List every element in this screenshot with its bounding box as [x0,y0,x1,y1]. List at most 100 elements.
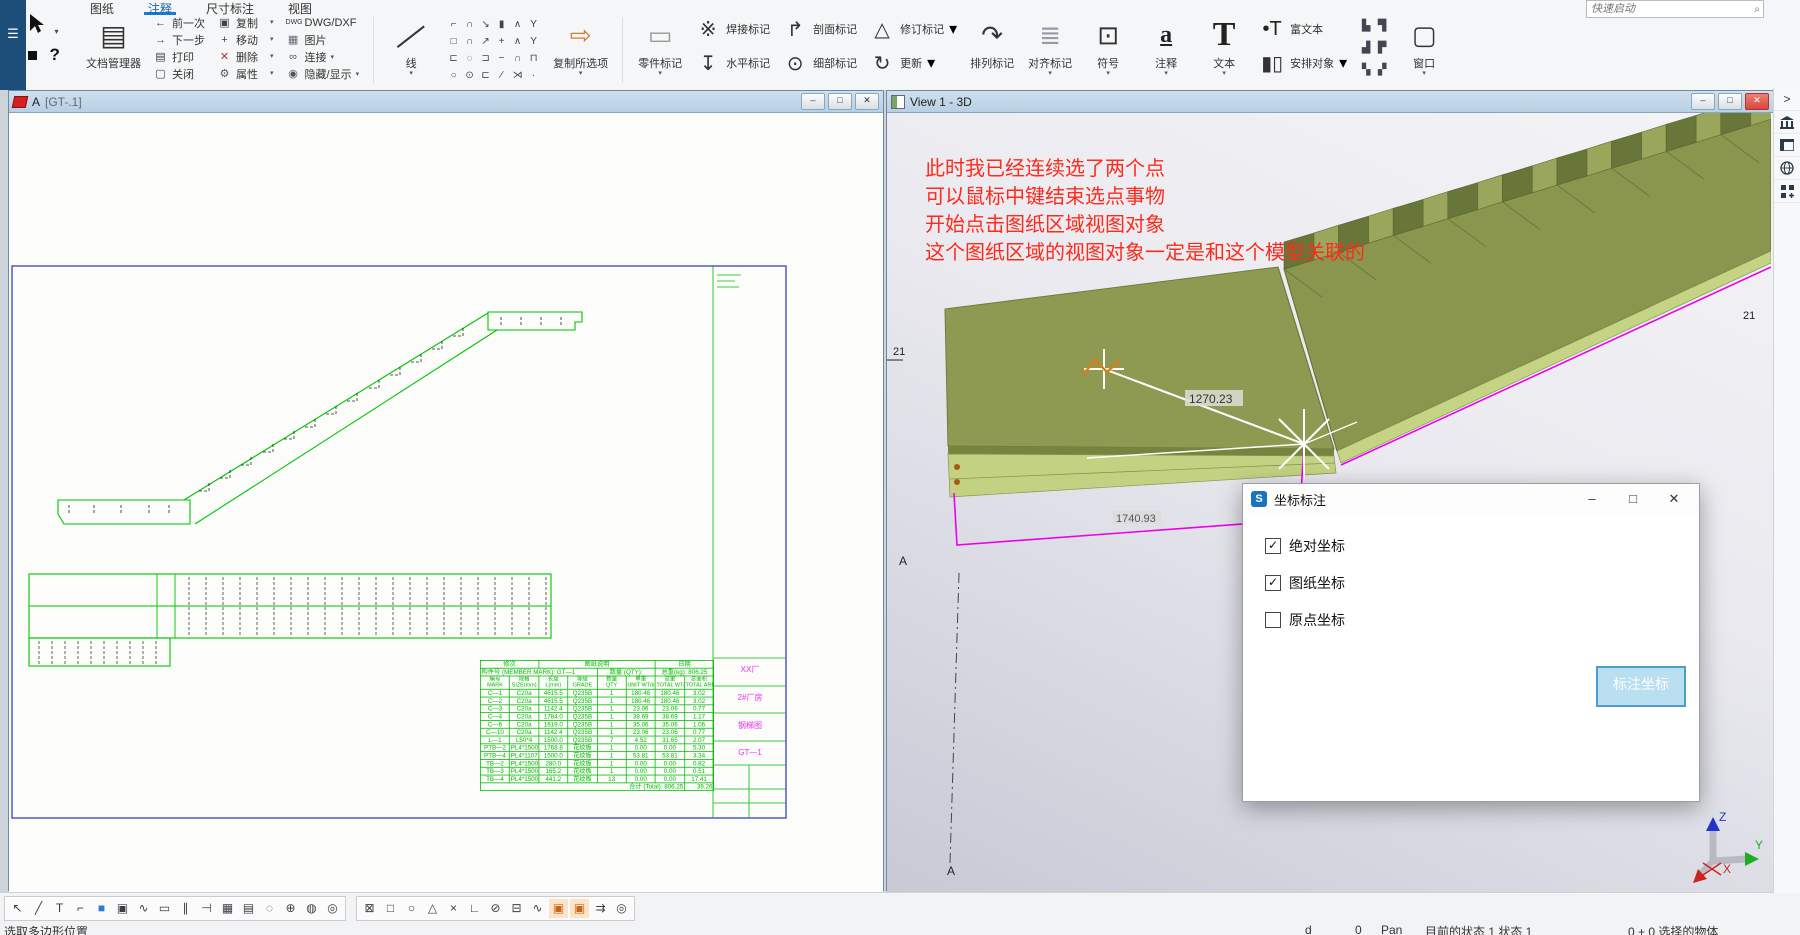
dialog-close-button[interactable]: ✕ [1657,487,1691,511]
toolbar-icon-group1-15[interactable]: ◎ [323,899,342,918]
ribbon-item-DWG/DXF[interactable]: DWGDWG/DXF [286,15,360,30]
quick-launch-box[interactable]: ⌕ [1586,0,1764,18]
ribbon-tab-2[interactable]: 尺寸标注 [202,0,258,15]
toolbar-icon-group1-11[interactable]: ▤ [239,899,258,918]
sketch-tool-icon[interactable]: ▚ [1359,63,1373,83]
dropdown-caret-icon[interactable]: ▾ [579,71,583,77]
toolbar-icon-group2-4[interactable]: × [444,899,463,918]
toolbar-icon-group2-11[interactable]: ⇉ [591,899,610,918]
dropdown-caret-icon[interactable]: ▾ [1106,71,1110,77]
ribbon-item-隐藏/显示[interactable]: ◉隐藏/显示▾ [286,66,360,81]
toolbar-icon-group2-1[interactable]: □ [381,899,400,918]
toolbar-icon-group1-6[interactable]: ∿ [134,899,153,918]
ribbon-button-document-manager[interactable]: ▤文档管理器 [86,15,141,71]
maximize-button[interactable]: □ [1718,93,1742,110]
drawing-window-titlebar[interactable]: A [GT-.1] – □ ✕ [9,91,883,113]
sketch-tool-icon[interactable]: ∩ [510,51,525,67]
panel-icon[interactable] [1774,134,1800,157]
checkbox-box-icon[interactable]: ✓ [1265,575,1281,591]
dropdown-caret-icon[interactable]: ▾ [331,53,335,61]
dialog-maximize-button[interactable]: □ [1616,487,1650,511]
dropdown-caret-icon[interactable]: ▾ [1048,71,1052,77]
toolbar-icon-group1-9[interactable]: ⊣ [197,899,216,918]
close-button[interactable]: ✕ [855,93,879,110]
quick-launch-input[interactable] [1587,3,1754,15]
sketch-tool-icon[interactable]: ∕ [494,68,509,84]
dropdown-caret-icon[interactable]: ▾ [658,71,662,77]
dropdown-caret-icon[interactable]: ▾ [270,52,274,60]
drawing-canvas[interactable]: 修次图纸说明日期构件号 (MEMBER MARK): GT—1数量 (QTY):… [9,113,883,892]
maximize-button[interactable]: □ [828,93,852,110]
expand-pane-icon[interactable]: > [1774,88,1800,111]
checkbox-原点坐标[interactable]: 原点坐标 [1265,612,1345,628]
toolbar-icon-group2-2[interactable]: ○ [402,899,421,918]
toolbar-icon-group2-10[interactable]: ▣ [570,899,589,918]
toolbar-icon-group1-12[interactable]: ◌ [260,899,279,918]
ribbon-button-part-mark[interactable]: ▭零件标记▾ [637,15,683,77]
sketch-tool-icon[interactable]: ○ [446,68,461,84]
toolbar-icon-group1-0[interactable]: ↖ [8,899,27,918]
sketch-tool-icon[interactable]: ⌐ [446,17,461,33]
sketch-tool-icon[interactable]: ∧ [510,17,525,33]
dialog-titlebar[interactable]: S 坐标标注 – □ ✕ [1243,484,1699,514]
toolbar-icon-group1-14[interactable]: ◍ [302,899,321,918]
sketch-tool-icon[interactable]: ∩ [462,17,477,33]
sketch-tool-icon[interactable]: ◌ [462,51,477,67]
sketch-tool-icon[interactable]: ▙ [1359,19,1373,39]
sketch-tool-icon[interactable]: ▞ [1375,63,1389,83]
ribbon-button-window[interactable]: ▢窗口▾ [1401,15,1447,77]
ribbon-button-copy-selected[interactable]: ⇨复制所选项▾ [553,15,608,77]
ribbon-item-图片[interactable]: ▦图片 [286,32,360,47]
sketch-tool-icon[interactable]: ⊐ [478,51,493,67]
landing-top-face[interactable] [945,267,1334,449]
toolbar-icon-group1-10[interactable]: ▦ [218,899,237,918]
toolbar-icon-group1-13[interactable]: ⊕ [281,899,300,918]
components-icon[interactable] [1774,180,1800,203]
ribbon-item-关闭[interactable]: ▢关闭 [153,66,205,81]
sketch-tool-icon[interactable]: + [494,34,509,50]
sketch-tool-icon[interactable]: Υ [526,34,541,50]
sketch-tool-icon[interactable]: □ [446,34,461,50]
ribbon-item-复制[interactable]: ▣复制 [217,15,258,30]
dialog-minimize-button[interactable]: – [1575,487,1609,511]
ribbon-item-焊接标记[interactable]: ※焊接标记 [695,15,770,43]
ribbon-item-属性[interactable]: ⚙属性 [217,66,258,81]
view3d-titlebar[interactable]: View 1 - 3D – □ ✕ [887,91,1773,113]
ribbon-item-移动[interactable]: +移动 [217,32,258,47]
sketch-tool-icon[interactable]: ↗ [478,34,493,50]
toolbar-icon-group2-12[interactable]: ◎ [612,899,631,918]
dropdown-caret-icon[interactable]: ▾ [927,53,935,73]
sketch-tool-icon[interactable]: − [494,51,509,67]
cursor-arrow-icon[interactable] [28,14,50,34]
dropdown-caret-icon[interactable]: ▾ [409,71,413,77]
toolbar-icon-group2-3[interactable]: △ [423,899,442,918]
toolbar-icon-group2-6[interactable]: ⊘ [486,899,505,918]
minimize-button[interactable]: – [801,93,825,110]
ribbon-item-前一次[interactable]: ←前一次 [153,15,205,30]
dropdown-caret-icon[interactable]: ▾ [270,35,274,43]
sketch-tool-icon[interactable]: ↘ [478,17,493,33]
sketch-tool-icon[interactable]: ▜ [1375,19,1389,39]
ribbon-tab-1[interactable]: 注释 [144,0,176,15]
ribbon-item-打印[interactable]: ▤打印 [153,49,205,64]
ribbon-button-annotation[interactable]: a注释▾ [1143,15,1189,77]
toolbar-icon-group1-3[interactable]: ⌐ [71,899,90,918]
ribbon-item-富文本[interactable]: •T富文本 [1259,15,1347,43]
ribbon-item-修订标记[interactable]: △修订标记▾ [869,15,957,43]
ribbon-button-symbol[interactable]: ⊡符号▾ [1085,15,1131,77]
toolbar-icon-group1-5[interactable]: ▣ [113,899,132,918]
dropdown-caret-icon[interactable]: ▾ [1339,53,1347,73]
sketch-tool-icon[interactable]: ⊙ [462,68,477,84]
sketch-tool-icon[interactable]: ⊏ [446,51,461,67]
ribbon-button-line-tool[interactable]: 线▾ [388,15,434,77]
ribbon-item-水平标记[interactable]: ↧水平标记 [695,49,770,77]
marketplace-icon[interactable] [1774,111,1800,134]
toolbar-icon-group2-8[interactable]: ∿ [528,899,547,918]
annotate-coordinates-button[interactable]: 标注坐标 [1596,666,1686,707]
toolbar-icon-group2-7[interactable]: ⊟ [507,899,526,918]
view3d-canvas[interactable]: 1270.23 1740.93 21 21 A A [887,113,1773,892]
help-icon[interactable]: ? [49,45,59,64]
checkbox-box-icon[interactable] [1265,612,1281,628]
dropdown-caret-icon[interactable]: ▾ [1222,71,1226,77]
close-button[interactable]: ✕ [1745,93,1769,110]
